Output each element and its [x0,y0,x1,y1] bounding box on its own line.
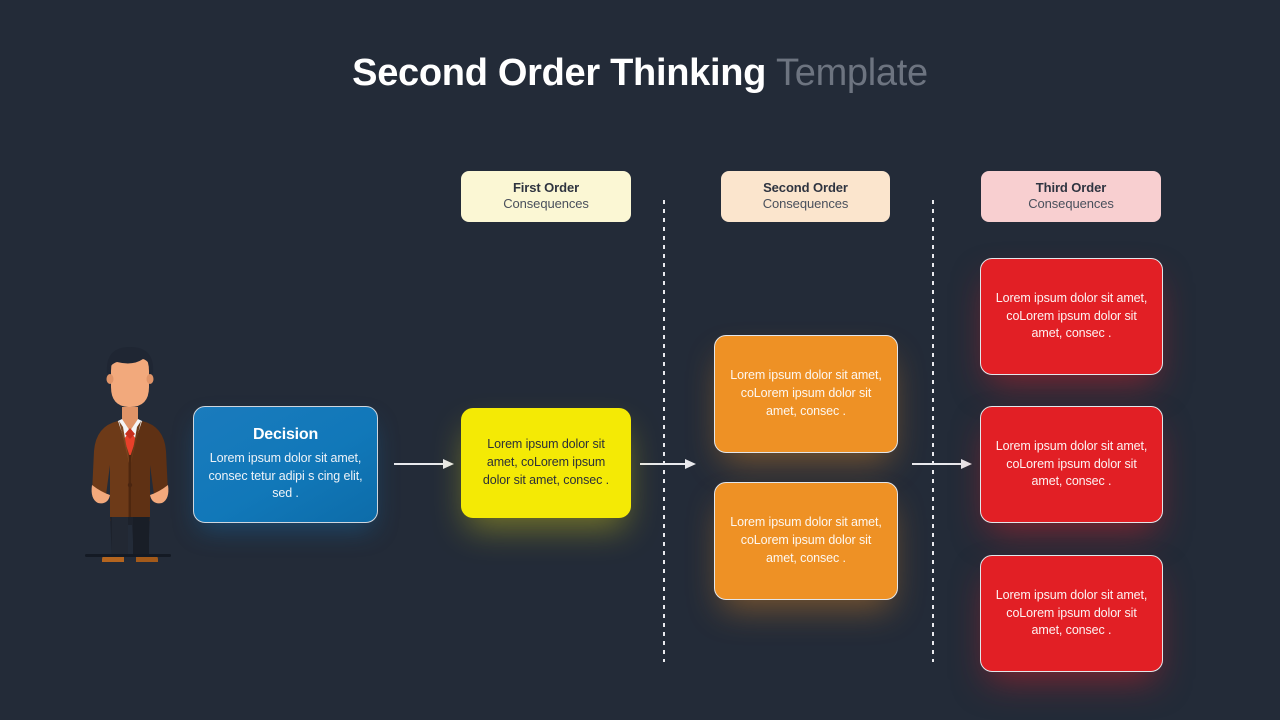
first-order-card-1[interactable]: Lorem ipsum dolor sit amet, coLorem ipsu… [461,408,631,518]
arrow-icon-second-to-third [912,458,972,470]
arrow-head [443,459,454,469]
card-text: Lorem ipsum dolor sit amet, coLorem ipsu… [995,587,1148,638]
page-title: Second Order Thinking Template [0,52,1280,95]
arrow-head [961,459,972,469]
page-title-sub: Template [776,52,928,94]
ground-shadow-line [85,554,171,557]
column-header-title: Second Order [763,179,848,195]
third-order-card-1[interactable]: Lorem ipsum dolor sit amet, coLorem ipsu… [980,258,1163,375]
card-text: Lorem ipsum dolor sit amet, coLorem ipsu… [482,437,610,487]
third-order-card-3[interactable]: Lorem ipsum dolor sit amet, coLorem ipsu… [980,555,1163,672]
column-header-first-order: First Order Consequences [461,171,631,222]
column-header-third-order: Third Order Consequences [981,171,1161,222]
column-header-title: First Order [512,179,580,195]
dotted-divider-2 [932,200,934,662]
card-text: Lorem ipsum dolor sit amet, coLorem ipsu… [730,515,882,565]
card-text: Lorem ipsum dolor sit amet, coLorem ipsu… [995,290,1148,341]
arrow-shaft [640,463,686,465]
card-text: Lorem ipsum dolor sit amet, coLorem ipsu… [730,368,882,418]
second-order-card-1[interactable]: Lorem ipsum dolor sit amet, coLorem ipsu… [714,335,898,453]
page-title-main: Second Order Thinking [352,52,767,94]
column-header-subtitle: Consequences [503,196,589,212]
decision-card-text: Lorem ipsum dolor sit amet, consec tetur… [208,450,363,501]
arrow-icon-first-to-second [640,458,696,470]
card-text: Lorem ipsum dolor sit amet, coLorem ipsu… [995,438,1148,489]
slide-canvas: Second Order Thinking Template First Orde… [0,0,1280,720]
second-order-card-2[interactable]: Lorem ipsum dolor sit amet, coLorem ipsu… [714,482,898,600]
third-order-card-2[interactable]: Lorem ipsum dolor sit amet, coLorem ipsu… [980,406,1163,523]
column-header-second-order: Second Order Consequences [721,171,890,222]
decision-card[interactable]: Decision Lorem ipsum dolor sit amet, con… [193,406,378,523]
arrow-shaft [912,463,962,465]
arrow-shaft [394,463,444,465]
decision-card-title: Decision [252,425,319,443]
dotted-divider-1 [663,200,665,662]
arrow-icon-decision-to-first [394,458,454,470]
column-header-title: Third Order [1035,179,1107,195]
column-header-subtitle: Consequences [762,196,849,212]
column-header-subtitle: Consequences [1028,196,1114,212]
businessman-illustration [91,347,169,562]
arrow-head [685,459,696,469]
